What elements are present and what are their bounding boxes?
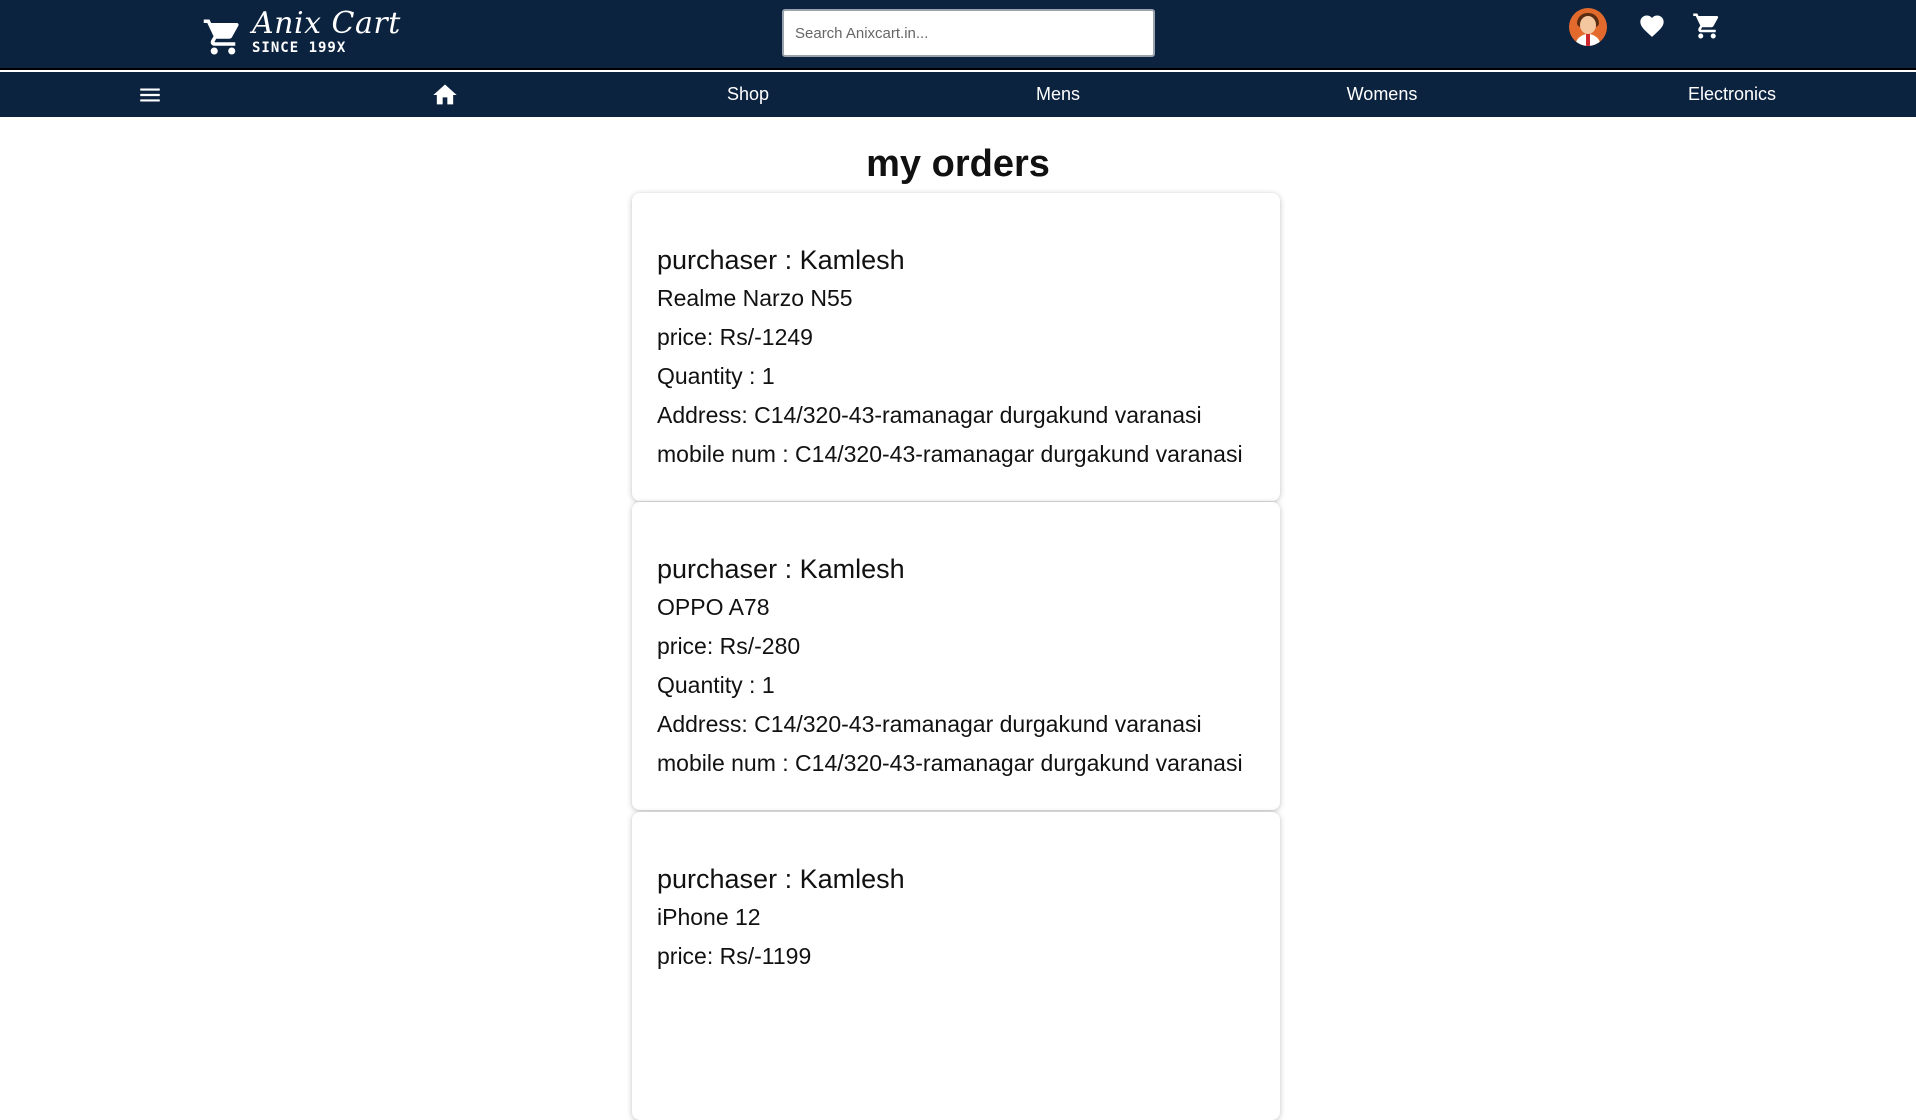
nav-item-womens[interactable]: Womens [1332,72,1432,117]
order-product: OPPO A78 [657,594,770,620]
brand-name: Anix Cart [252,6,401,41]
home-button[interactable] [429,72,461,117]
order-quantity: Quantity : 1 [657,363,775,389]
order-product: Realme Narzo N55 [657,285,853,311]
nav-item-shop[interactable]: Shop [708,72,788,117]
shopping-cart-logo-icon [203,19,239,55]
order-price: price: Rs/-1199 [657,943,812,969]
avatar-tie [1586,34,1590,46]
menu-icon [140,88,160,101]
wishlist-button[interactable] [1636,10,1668,42]
order-card: purchaser : Kamlesh iPhone 12 price: Rs/… [632,812,1280,1120]
order-mobile: mobile num : C14/320-43-ramanagar durgak… [657,441,1243,467]
avatar-face [1580,16,1596,34]
top-header: Anix Cart SINCE 199X [0,0,1916,70]
cart-button[interactable] [1691,10,1723,42]
order-price: price: Rs/-1249 [657,324,813,350]
brand-since: SINCE 199X [252,40,347,56]
order-card: purchaser : Kamlesh OPPO A78 price: Rs/-… [632,502,1280,810]
main-navbar: Shop Mens Womens Electronics [0,72,1916,117]
user-avatar[interactable] [1569,8,1607,46]
home-icon [433,84,457,104]
heart-icon [1640,15,1664,37]
nav-item-mens[interactable]: Mens [1018,72,1098,117]
nav-item-electronics[interactable]: Electronics [1672,72,1792,117]
order-price: price: Rs/-280 [657,633,801,659]
search-input[interactable] [782,9,1155,57]
cart-icon [1693,13,1719,39]
order-purchaser: purchaser : Kamlesh [657,864,905,894]
order-product: iPhone 12 [657,904,761,930]
order-card: purchaser : Kamlesh Realme Narzo N55 pri… [632,193,1280,501]
order-address: Address: C14/320-43-ramanagar durgakund … [657,711,1202,737]
order-address: Address: C14/320-43-ramanagar durgakund … [657,402,1202,428]
order-quantity: Quantity : 1 [657,672,775,698]
page-title: my orders [866,143,1050,185]
order-purchaser: purchaser : Kamlesh [657,245,905,275]
order-mobile: mobile num : C14/320-43-ramanagar durgak… [657,750,1243,776]
order-purchaser: purchaser : Kamlesh [657,554,905,584]
menu-button[interactable] [134,72,166,117]
brand-logo[interactable]: Anix Cart SINCE 199X [202,6,401,58]
brand-text: Anix Cart SINCE 199X [252,6,401,56]
